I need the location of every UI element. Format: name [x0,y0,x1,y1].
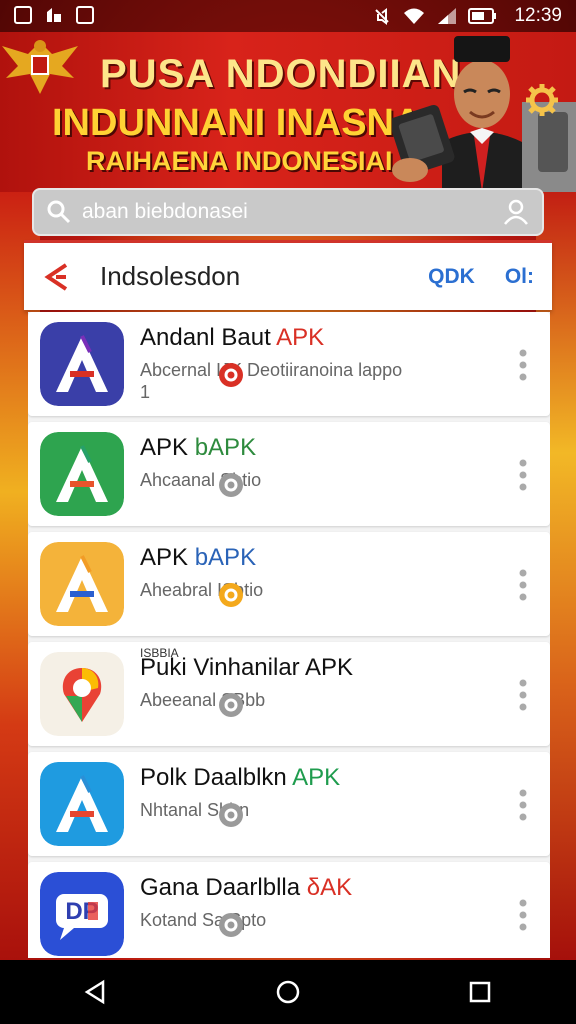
app-subtitle-line2: 1 [140,382,151,402]
recents-nav-icon [469,981,491,1003]
app-a-green-icon [40,432,124,516]
more-options-icon[interactable] [518,678,528,712]
search-input[interactable]: aban biebdonasei [82,200,502,224]
app-subtitle: Abcernal IJK Deotiiranoina lappo [140,360,403,380]
home-nav-button[interactable] [268,972,308,1012]
app-subtitle: Aheabral ISbtio [140,580,264,600]
app-a-icon [40,322,124,406]
app-title: APK [140,434,189,461]
search-bar[interactable]: aban biebdonasei [32,188,544,236]
more-options-icon[interactable] [518,898,528,932]
more-options-icon[interactable] [518,568,528,602]
app-a-blue-icon [40,762,124,846]
app-title: Puki Vinhanilar APK [140,654,354,681]
status-time: 12:39 [514,5,562,26]
wifi-icon [404,8,425,24]
back-arrow-icon[interactable] [42,261,74,293]
back-nav-icon [84,979,105,1005]
app-name: Andanl Baut APK [140,324,324,352]
page-title: Indsolesdon [100,261,241,291]
image-icon [14,6,32,24]
app-list-item[interactable]: Andanl Baut APK Abcernal IJK Deotiiranoi… [28,312,550,416]
notification-icon [47,8,61,22]
app-list-item[interactable]: DP Gana Daarlblla δAK Kotand Sa Spto [28,862,550,958]
app-name: Puki Vinhanilar APK [140,654,353,682]
app-pin-icon [40,652,124,736]
download-badge-icon [219,693,243,717]
app-tag: APK [292,764,341,791]
app-list-item[interactable]: ISBBIA Puki Vinhanilar APK Abeeanal SBbb [28,642,550,746]
app-title: Polk Daalblkn [140,764,287,791]
app-name: APK bAPK [140,544,256,572]
app-tag: bAPK [194,434,257,461]
download-badge-icon [219,363,243,387]
app-name: Polk Daalblkn APK [140,764,340,792]
download-badge-icon [219,473,243,497]
page-header: Indsolesdon QDK Ol: [24,240,552,310]
banner-tagline: RAIHAENA INDONESIAI [86,146,393,176]
app-list-item[interactable]: Polk Daalblkn APK Nhtanal Sbhn [28,752,550,856]
download-badge-icon [219,913,243,937]
mute-icon [375,8,390,25]
recents-nav-button[interactable] [460,972,500,1012]
more-options-icon[interactable] [518,348,528,382]
status-bar: 12:39 [0,0,576,32]
app-tag: bAPK [194,544,257,571]
screenshot-icon [76,6,94,24]
app-list: Andanl Baut APK Abcernal IJK Deotiiranoi… [28,312,550,958]
header-action-menu[interactable]: Ol: [505,265,534,289]
app-title: Andanl Baut [140,324,271,351]
user-profile-icon[interactable] [502,198,530,226]
app-tag: δAK [306,874,353,901]
app-list-item[interactable]: APK bAPK Ahcaanal Sbtio [28,422,550,526]
app-subtitle: Abeeanal SBbb [140,690,266,710]
app-tag: APK [276,324,325,351]
download-badge-icon [219,803,243,827]
header-action-qdk[interactable]: QDK [428,265,475,289]
app-list-item[interactable]: APK bAPK Aheabral ISbtio [28,532,550,636]
download-badge-icon [219,583,243,607]
back-nav-button[interactable] [76,972,116,1012]
more-options-icon[interactable] [518,788,528,822]
garuda-emblem-icon [2,40,78,94]
home-nav-icon [276,980,300,1004]
app-title: Gana Daarlblla [140,874,301,901]
banner-subtitle: INDUNNANI INASNA [52,102,422,144]
navigation-bar [0,960,576,1024]
battery-icon [468,8,497,24]
app-title: APK [140,544,189,571]
settings-gear-icon[interactable] [524,82,560,118]
more-options-icon[interactable] [518,458,528,492]
app-name: APK bAPK [140,434,256,462]
app-name: Gana Daarlblla δAK [140,874,352,902]
promo-banner[interactable]: PUSA NDONDIIAN INDUNNANI INASNA RAIHAENA… [0,32,576,192]
app-subtitle: Kotand Sa Spto [140,910,267,930]
app-dp-icon: DP [40,872,124,956]
app-a-orange-icon [40,542,124,626]
signal-icon [438,8,457,24]
search-icon [47,200,71,224]
